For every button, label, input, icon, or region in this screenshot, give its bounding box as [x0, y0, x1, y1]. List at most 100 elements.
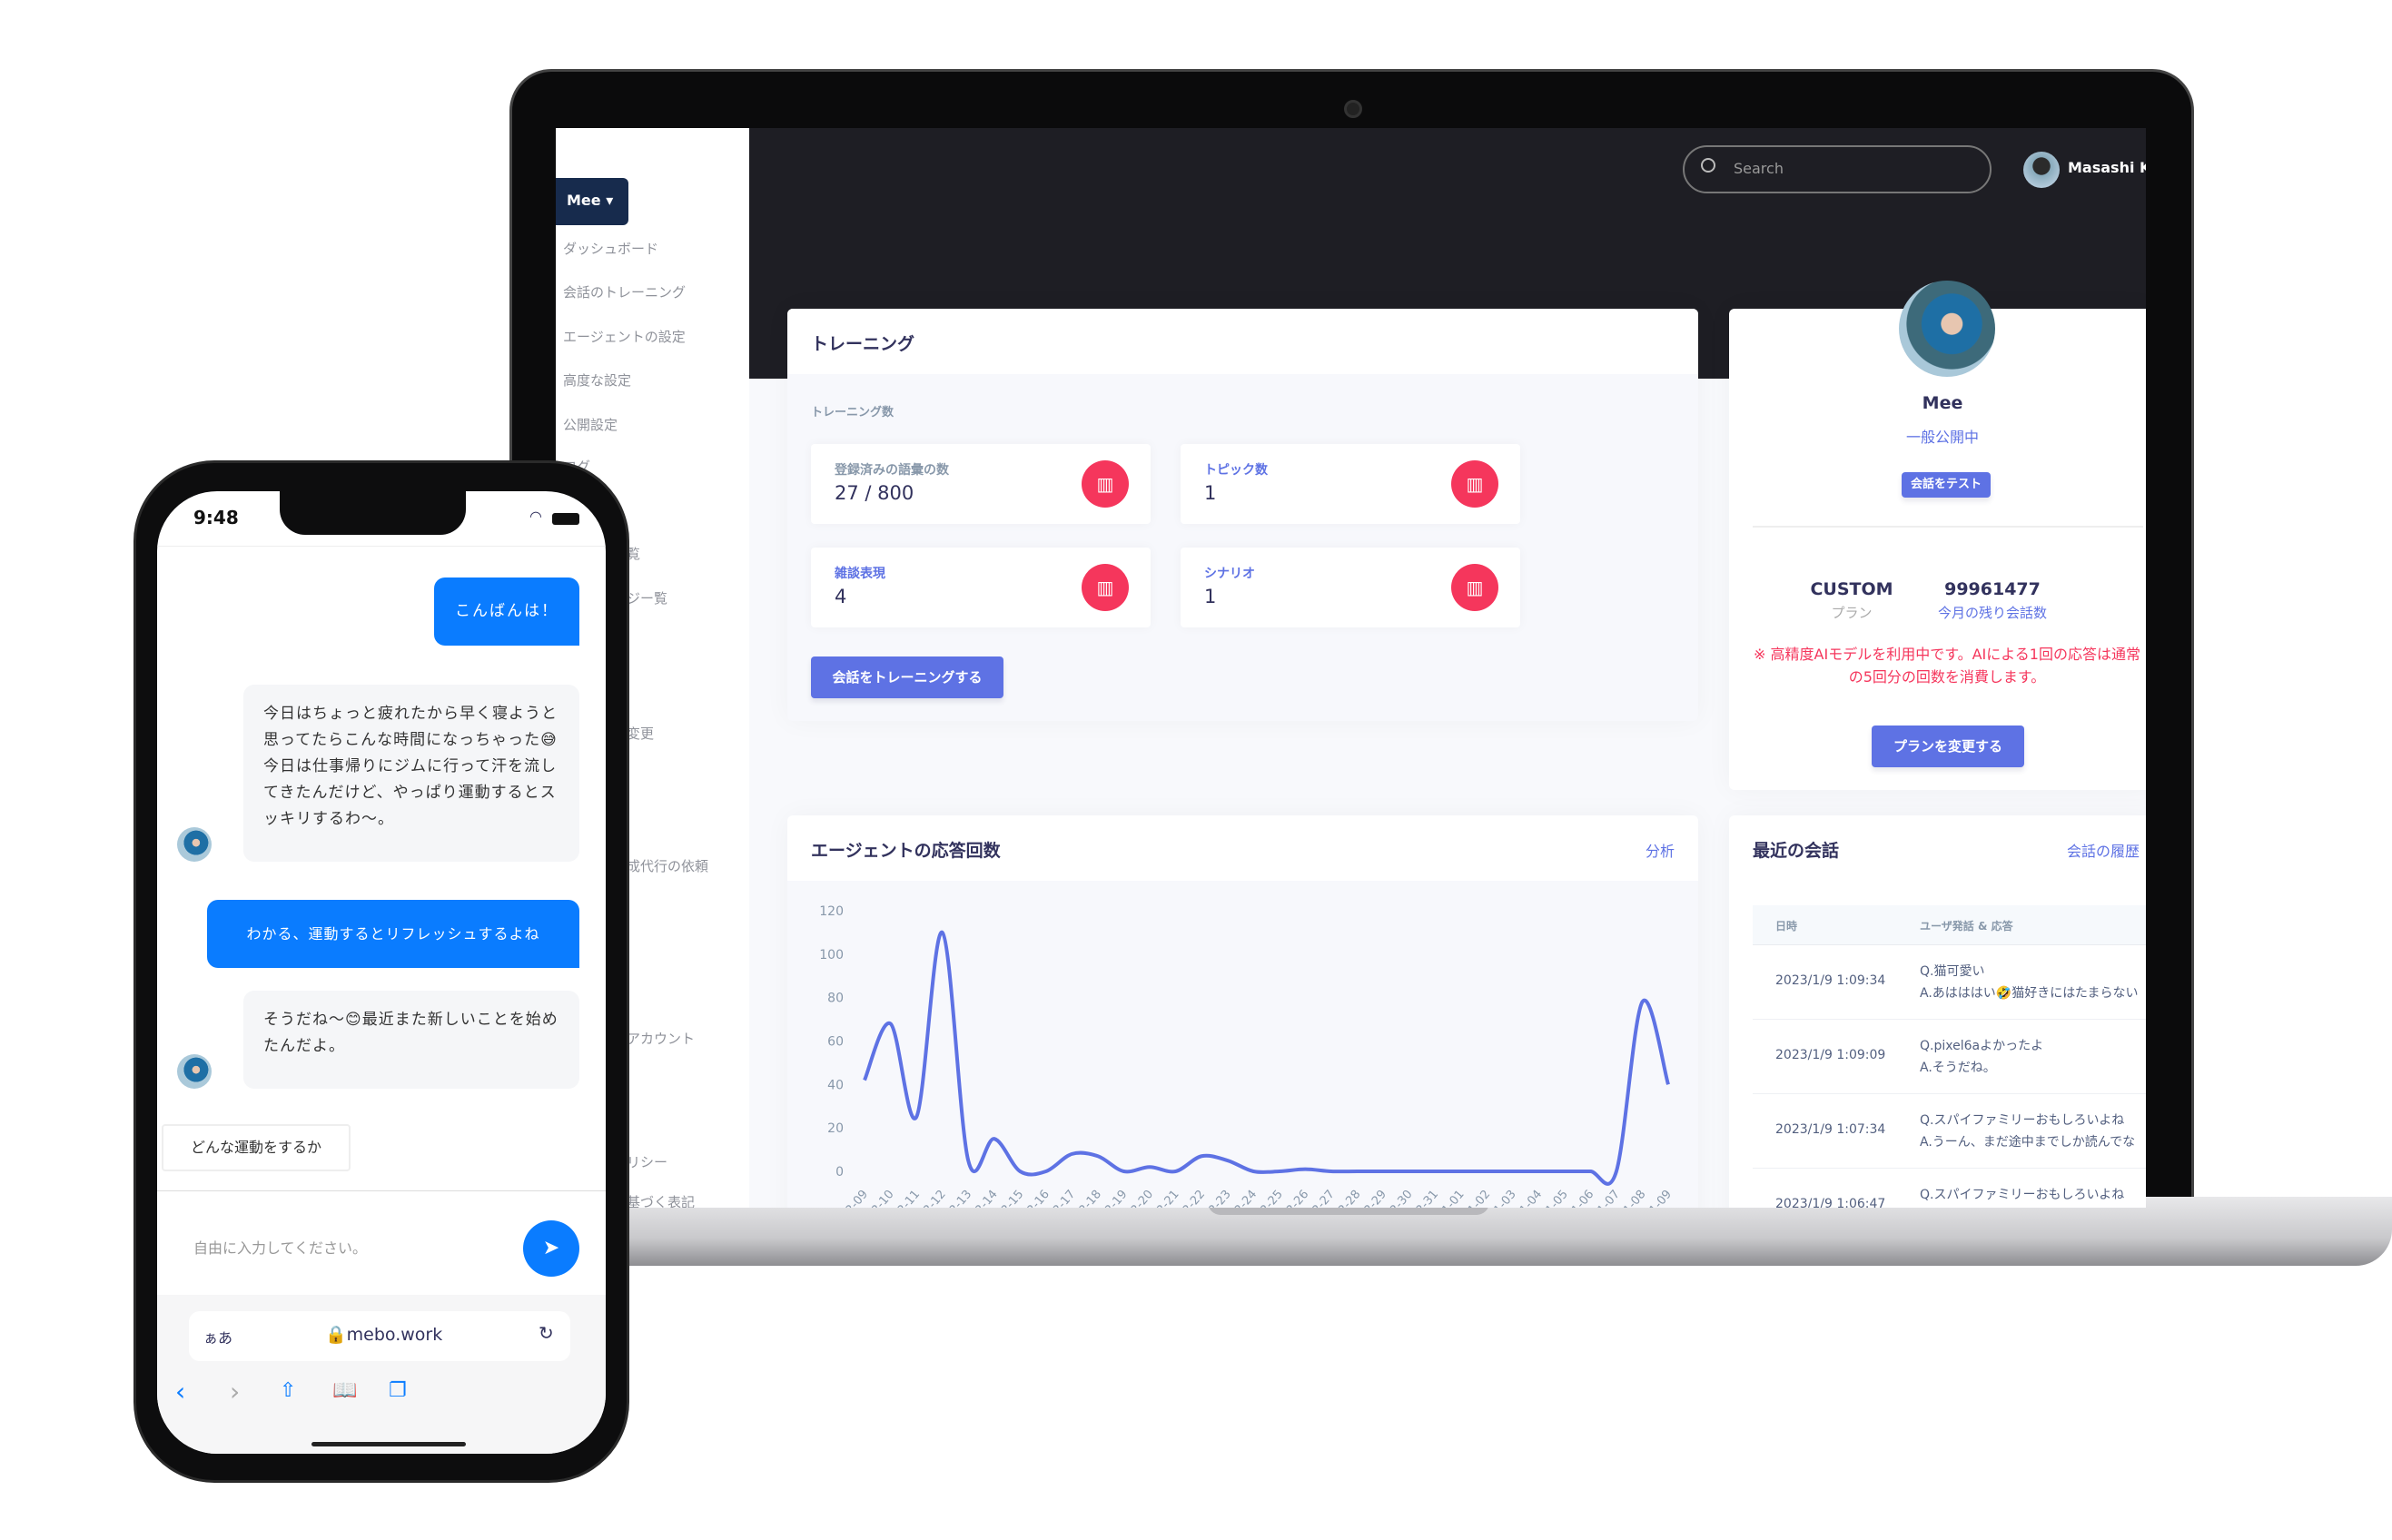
- y-tick-label: 60: [827, 1035, 844, 1050]
- plan-value: CUSTOM: [1810, 579, 1893, 599]
- table-row[interactable]: 2023/1/9 1:07:34 Q.スパイファミリーおもしろいよね A.うーん…: [1753, 1094, 2146, 1169]
- publish-status: 一般公開中: [1905, 429, 1979, 446]
- url-text: 🔒mebo.work: [325, 1325, 443, 1345]
- tabs-icon[interactable]: ❐: [389, 1379, 407, 1402]
- analysis-link[interactable]: 分析: [1646, 839, 1675, 861]
- home-indicator: [311, 1442, 466, 1446]
- brand-label: Mee: [567, 192, 601, 209]
- train-conversation-button[interactable]: 会話をトレーニングする: [811, 656, 1003, 698]
- sidebar-item-message-list[interactable]: ジー覧: [627, 588, 667, 607]
- recent-conversations-card: 最近の会話 会話の履歴 日時 ユーザ発話 & 応答 2023/1/9 1:09:…: [1729, 815, 2146, 1208]
- column-header: ユーザ発話 & 応答: [1920, 920, 2013, 933]
- sidebar-item-legal[interactable]: 基づく表記: [627, 1192, 695, 1208]
- sidebar-item-list[interactable]: 覧: [627, 544, 640, 563]
- back-icon[interactable]: ‹: [175, 1377, 185, 1407]
- divider: [157, 1190, 606, 1191]
- agent-dropdown[interactable]: Mee ▾: [556, 178, 628, 225]
- stat-value: 1: [1204, 482, 1217, 504]
- divider: [1753, 526, 2143, 528]
- chart-bar-icon: ▥: [1082, 460, 1129, 508]
- sidebar-item-request[interactable]: 成代行の依頼: [627, 856, 708, 875]
- stat-scenario: シナリオ 1 ▥: [1181, 548, 1520, 627]
- user-message: わかる、運動するとリフレッシュするよね: [207, 900, 579, 968]
- stat-value: 1: [1204, 586, 1217, 607]
- divider: [157, 546, 606, 547]
- user-avatar[interactable]: [2023, 152, 2060, 188]
- history-link[interactable]: 会話の履歴: [2067, 839, 2140, 861]
- sidebar-item-policy[interactable]: リシー: [627, 1152, 667, 1171]
- series-line: [863, 930, 1670, 1186]
- phone-notch: [280, 491, 466, 535]
- remaining-label: 今月の残り会話数: [1937, 605, 2047, 621]
- row-time: 2023/1/9 1:06:47: [1775, 1197, 1886, 1208]
- chart-bar-icon: ▥: [1451, 564, 1498, 611]
- send-icon[interactable]: ➤: [523, 1220, 579, 1277]
- stat-smalltalk: 雑談表現 4 ▥: [811, 548, 1151, 627]
- table-row[interactable]: 2023/1/9 1:09:34 Q.猫可愛い A.あはははい🤣猫好きにはたまら…: [1753, 945, 2146, 1020]
- row-time: 2023/1/9 1:09:34: [1775, 973, 1886, 988]
- model-notice: ※ 高精度AIモデルを利用中です。AIによる1回の応答は通常の5回分の回数を消費…: [1754, 646, 2140, 686]
- stat-value: 4: [835, 586, 847, 607]
- agent-avatar: [1899, 281, 1995, 377]
- training-title: トレーニング: [787, 309, 1698, 374]
- user-message: こんばんは！: [434, 578, 579, 646]
- y-tick-label: 120: [819, 904, 844, 919]
- stat-topics: トピック数 1 ▥: [1181, 444, 1520, 524]
- row-question: Q.スパイファミリーおもしろいよね: [1920, 1188, 2125, 1202]
- chart-bar-icon: ▥: [1082, 564, 1129, 611]
- sidebar-item-agent-settings[interactable]: エージェントの設定: [563, 327, 686, 346]
- bot-avatar: [177, 1054, 212, 1089]
- url: mebo.work: [346, 1325, 443, 1345]
- sidebar-item-advanced[interactable]: 高度な設定: [563, 370, 631, 390]
- table-row[interactable]: 2023/1/9 1:09:09 Q.pixel6aよかったよ A.そうだね。: [1753, 1020, 2146, 1094]
- status-time: 9:48: [193, 507, 239, 528]
- row-time: 2023/1/9 1:09:09: [1775, 1048, 1886, 1062]
- training-subtitle: トレーニング数: [811, 406, 895, 420]
- row-answer: A.うーん、まだ途中までしか読んでな: [1920, 1135, 2136, 1150]
- share-icon[interactable]: ⇧: [280, 1379, 296, 1402]
- bot-avatar: [177, 827, 212, 862]
- chart-header: エージェントの応答回数 分析: [787, 815, 1698, 881]
- sidebar-item-dashboard[interactable]: ダッシュボード: [563, 239, 658, 258]
- row-answer: A.あはははい🤣猫好きにはたまらない: [1920, 986, 2139, 1001]
- chart-bar-icon: ▥: [1451, 460, 1498, 508]
- y-tick-label: 100: [819, 948, 844, 962]
- user-name[interactable]: Masashi Kur: [2068, 159, 2146, 176]
- table-header: 日時 ユーザ発話 & 応答: [1753, 905, 2146, 945]
- stat-label: 登録済みの語彙の数: [835, 463, 949, 478]
- sidebar-item-change[interactable]: 変更: [627, 724, 654, 743]
- battery-icon: [552, 513, 579, 525]
- response-count-chart: 02040608010012012-0912-1012-1112-1212-13…: [819, 904, 1675, 1208]
- search-input[interactable]: Search: [1683, 145, 1992, 193]
- suggestion-chip[interactable]: どんな運動をするか: [162, 1124, 351, 1171]
- y-tick-label: 0: [835, 1165, 844, 1180]
- stat-value: 27 / 800: [835, 482, 914, 504]
- y-tick-label: 40: [827, 1078, 844, 1092]
- bookmarks-icon[interactable]: 📖: [332, 1379, 357, 1402]
- forward-icon[interactable]: ›: [230, 1377, 240, 1407]
- y-tick-label: 20: [827, 1121, 844, 1136]
- bot-message: 今日はちょっと疲れたから早く寝ようと思ってたらこんな時間になっちゃった😅今日は仕…: [243, 685, 579, 862]
- search-icon: [1701, 158, 1715, 173]
- stat-label: 雑談表現: [835, 567, 885, 581]
- y-tick-label: 80: [827, 992, 844, 1006]
- test-conversation-button[interactable]: 会話をテスト: [1902, 472, 1991, 498]
- remaining-value: 99961477: [1944, 579, 2041, 599]
- row-question: Q.猫可愛い: [1920, 964, 1985, 979]
- sidebar-item-account[interactable]: アカウント: [627, 1029, 695, 1048]
- change-plan-button[interactable]: プランを変更する: [1872, 726, 2024, 767]
- reload-icon[interactable]: ↻: [539, 1322, 554, 1344]
- url-bar[interactable]: ぁあ 🔒mebo.work ↻: [189, 1311, 570, 1361]
- sidebar-item-publish[interactable]: 公開設定: [563, 415, 618, 434]
- text-size-button[interactable]: ぁあ: [203, 1326, 232, 1348]
- stat-label: トピック数: [1204, 463, 1268, 478]
- sidebar-item-training[interactable]: 会話のトレーニング: [563, 282, 686, 301]
- stat-vocab: 登録済みの語彙の数 27 / 800 ▥: [811, 444, 1151, 524]
- phone-frame: 9:48 ◠ こんばんは！ 今日はちょっと疲れたから早く寝ようと思ってたらこんな…: [136, 463, 627, 1480]
- message-input[interactable]: 自由に入力してください。: [193, 1236, 367, 1258]
- stat-label: シナリオ: [1204, 567, 1255, 581]
- x-tick-label: 12-09: [838, 1188, 871, 1208]
- camera-icon: [1344, 100, 1362, 118]
- row-question: Q.スパイファミリーおもしろいよね: [1920, 1113, 2125, 1128]
- table-row[interactable]: 2023/1/9 1:06:47 Q.スパイファミリーおもしろいよね: [1753, 1169, 2146, 1208]
